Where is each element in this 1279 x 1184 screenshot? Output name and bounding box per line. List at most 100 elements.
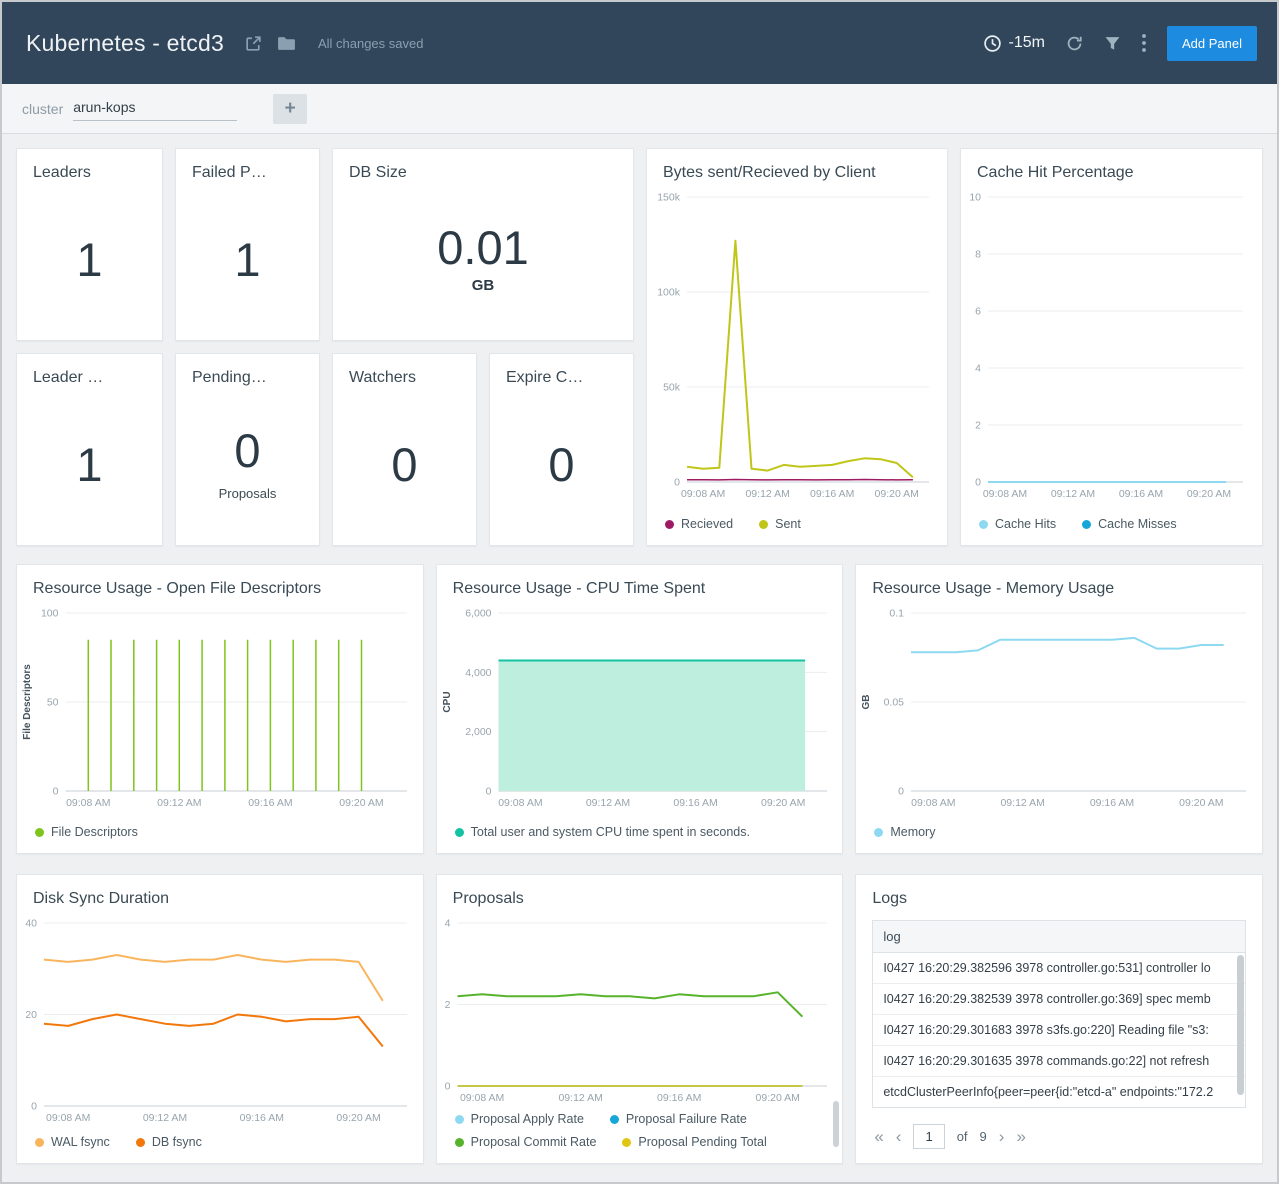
first-page-button[interactable]: «	[874, 1128, 883, 1145]
panel-pending-proposals: Pending… 0 Proposals	[175, 353, 320, 546]
svg-text:100: 100	[41, 608, 59, 620]
panel-title: Failed P…	[176, 149, 319, 186]
svg-text:20: 20	[25, 1009, 37, 1021]
panel-title: Logs	[856, 875, 1262, 912]
panel-memory-usage: Resource Usage - Memory Usage 00.050.109…	[855, 564, 1263, 854]
stat-value-db-size: 0.01	[437, 224, 528, 271]
svg-text:0: 0	[444, 1081, 450, 1093]
svg-text:09:08 AM: 09:08 AM	[498, 797, 542, 809]
legend-item[interactable]: Memory	[874, 825, 935, 839]
cpu-legend: Total user and system CPU time spent in …	[437, 825, 843, 839]
legend-item[interactable]: Recieved	[665, 517, 733, 531]
svg-text:50: 50	[47, 697, 59, 709]
panel-logs: Logs log I0427 16:20:29.382596 3978 cont…	[855, 874, 1263, 1164]
legend-item[interactable]: DB fsync	[136, 1135, 202, 1149]
next-page-button[interactable]: ›	[999, 1128, 1005, 1145]
svg-text:0: 0	[31, 1101, 37, 1113]
svg-text:09:16 AM: 09:16 AM	[1119, 488, 1163, 500]
svg-text:0: 0	[674, 477, 680, 489]
log-column-header: log	[873, 921, 1245, 953]
proposals-scrollbar[interactable]	[833, 1101, 839, 1147]
bottom-panel-grid: Disk Sync Duration 0204009:08 AM09:12 AM…	[16, 874, 1263, 1164]
svg-text:100k: 100k	[657, 287, 681, 299]
panel-proposals: Proposals 02409:08 AM09:12 AM09:16 AM09:…	[436, 874, 844, 1164]
panel-title: DB Size	[333, 149, 633, 186]
proposals-legend: Proposal Apply Rate Proposal Failure Rate…	[437, 1112, 843, 1149]
time-range-value: -15m	[1009, 34, 1045, 52]
prev-page-button[interactable]: ‹	[896, 1128, 902, 1145]
cluster-scope-input[interactable]	[73, 96, 237, 121]
legend-item[interactable]: File Descriptors	[35, 825, 138, 839]
log-row: I0427 16:20:29.301683 3978 s3fs.go:220] …	[873, 1015, 1245, 1046]
svg-text:2: 2	[975, 420, 981, 432]
svg-text:0: 0	[975, 477, 981, 489]
svg-text:10: 10	[969, 192, 981, 204]
svg-text:4: 4	[975, 363, 981, 375]
time-range-button[interactable]: -15m	[983, 34, 1045, 53]
panel-title: Disk Sync Duration	[17, 875, 423, 912]
legend-item[interactable]: Proposal Commit Rate	[455, 1135, 597, 1149]
refresh-icon[interactable]	[1065, 34, 1084, 53]
svg-text:09:12 AM: 09:12 AM	[143, 1112, 187, 1124]
stat-value-leader-changes: 1	[76, 441, 102, 488]
panel-watchers: Watchers 0	[332, 353, 477, 546]
memory-legend: Memory	[856, 825, 1262, 839]
top-bar: Kubernetes - etcd3 All changes saved -15…	[2, 2, 1277, 84]
svg-text:File Descriptors: File Descriptors	[22, 664, 33, 740]
svg-text:09:08 AM: 09:08 AM	[46, 1112, 90, 1124]
add-scope-button[interactable]: +	[273, 94, 307, 124]
logs-scrollbar[interactable]	[1237, 955, 1244, 1095]
panel-expire-count: Expire C… 0	[489, 353, 634, 546]
file-descriptors-chart: 05010009:08 AM09:12 AM09:16 AM09:20 AMFi…	[21, 606, 421, 811]
legend-item[interactable]: Cache Hits	[979, 517, 1056, 531]
stat-value-pending: 0	[234, 427, 260, 474]
svg-text:CPU: CPU	[442, 691, 453, 712]
legend-item[interactable]: Proposal Failure Rate	[610, 1112, 747, 1126]
cache-chart: 024681009:08 AM09:12 AM09:16 AM09:20 AM	[965, 190, 1257, 502]
kebab-menu-icon[interactable]	[1141, 33, 1147, 53]
stat-value-watchers: 0	[391, 441, 417, 488]
svg-text:0: 0	[53, 786, 59, 798]
current-page-input[interactable]: 1	[913, 1124, 944, 1149]
svg-text:09:20 AM: 09:20 AM	[761, 797, 805, 809]
legend-item[interactable]: Cache Misses	[1082, 517, 1177, 531]
stat-unit: Proposals	[219, 486, 277, 501]
folder-icon[interactable]	[277, 36, 296, 51]
stat-value-failed: 1	[234, 236, 260, 283]
panel-leader-changes: Leader … 1	[16, 353, 163, 546]
svg-text:09:16 AM: 09:16 AM	[657, 1092, 701, 1104]
legend-item[interactable]: Proposal Apply Rate	[455, 1112, 584, 1126]
memory-chart: 00.050.109:08 AM09:12 AM09:16 AM09:20 AM…	[860, 606, 1260, 811]
share-icon[interactable]	[244, 34, 263, 53]
log-row: I0427 16:20:29.382539 3978 controller.go…	[873, 984, 1245, 1015]
svg-text:09:08 AM: 09:08 AM	[66, 797, 110, 809]
svg-text:09:16 AM: 09:16 AM	[810, 488, 854, 500]
filter-icon[interactable]	[1104, 35, 1121, 52]
save-status: All changes saved	[318, 36, 424, 51]
svg-text:4: 4	[444, 918, 450, 930]
svg-text:50k: 50k	[663, 382, 681, 394]
legend-item[interactable]: Proposal Pending Total	[622, 1135, 766, 1149]
svg-text:09:20 AM: 09:20 AM	[1179, 797, 1223, 809]
legend-item[interactable]: Sent	[759, 517, 801, 531]
svg-text:09:12 AM: 09:12 AM	[585, 797, 629, 809]
legend-item[interactable]: WAL fsync	[35, 1135, 110, 1149]
add-panel-button[interactable]: Add Panel	[1167, 26, 1257, 61]
panel-title: Pending…	[176, 354, 319, 391]
panel-db-size: DB Size 0.01 GB	[332, 148, 634, 341]
log-table: log I0427 16:20:29.382596 3978 controlle…	[872, 920, 1246, 1108]
panel-title: Resource Usage - Open File Descriptors	[17, 565, 423, 602]
svg-text:09:12 AM: 09:12 AM	[1051, 488, 1095, 500]
legend-item[interactable]: Total user and system CPU time spent in …	[455, 825, 750, 839]
svg-text:09:08 AM: 09:08 AM	[460, 1092, 504, 1104]
panel-cache-hit-percentage: Cache Hit Percentage 024681009:08 AM09:1…	[960, 148, 1263, 546]
middle-panel-grid: Resource Usage - Open File Descriptors 0…	[16, 564, 1263, 854]
last-page-button[interactable]: »	[1016, 1128, 1025, 1145]
svg-text:09:12 AM: 09:12 AM	[157, 797, 201, 809]
svg-text:09:16 AM: 09:16 AM	[1090, 797, 1134, 809]
log-row: I0427 16:20:29.301635 3978 commands.go:2…	[873, 1046, 1245, 1077]
panel-title: Cache Hit Percentage	[961, 149, 1262, 186]
stat-unit: GB	[472, 277, 495, 294]
log-row: etcdClusterPeerInfo{peer=peer{id:"etcd-a…	[873, 1077, 1245, 1107]
panel-title: Proposals	[437, 875, 843, 912]
